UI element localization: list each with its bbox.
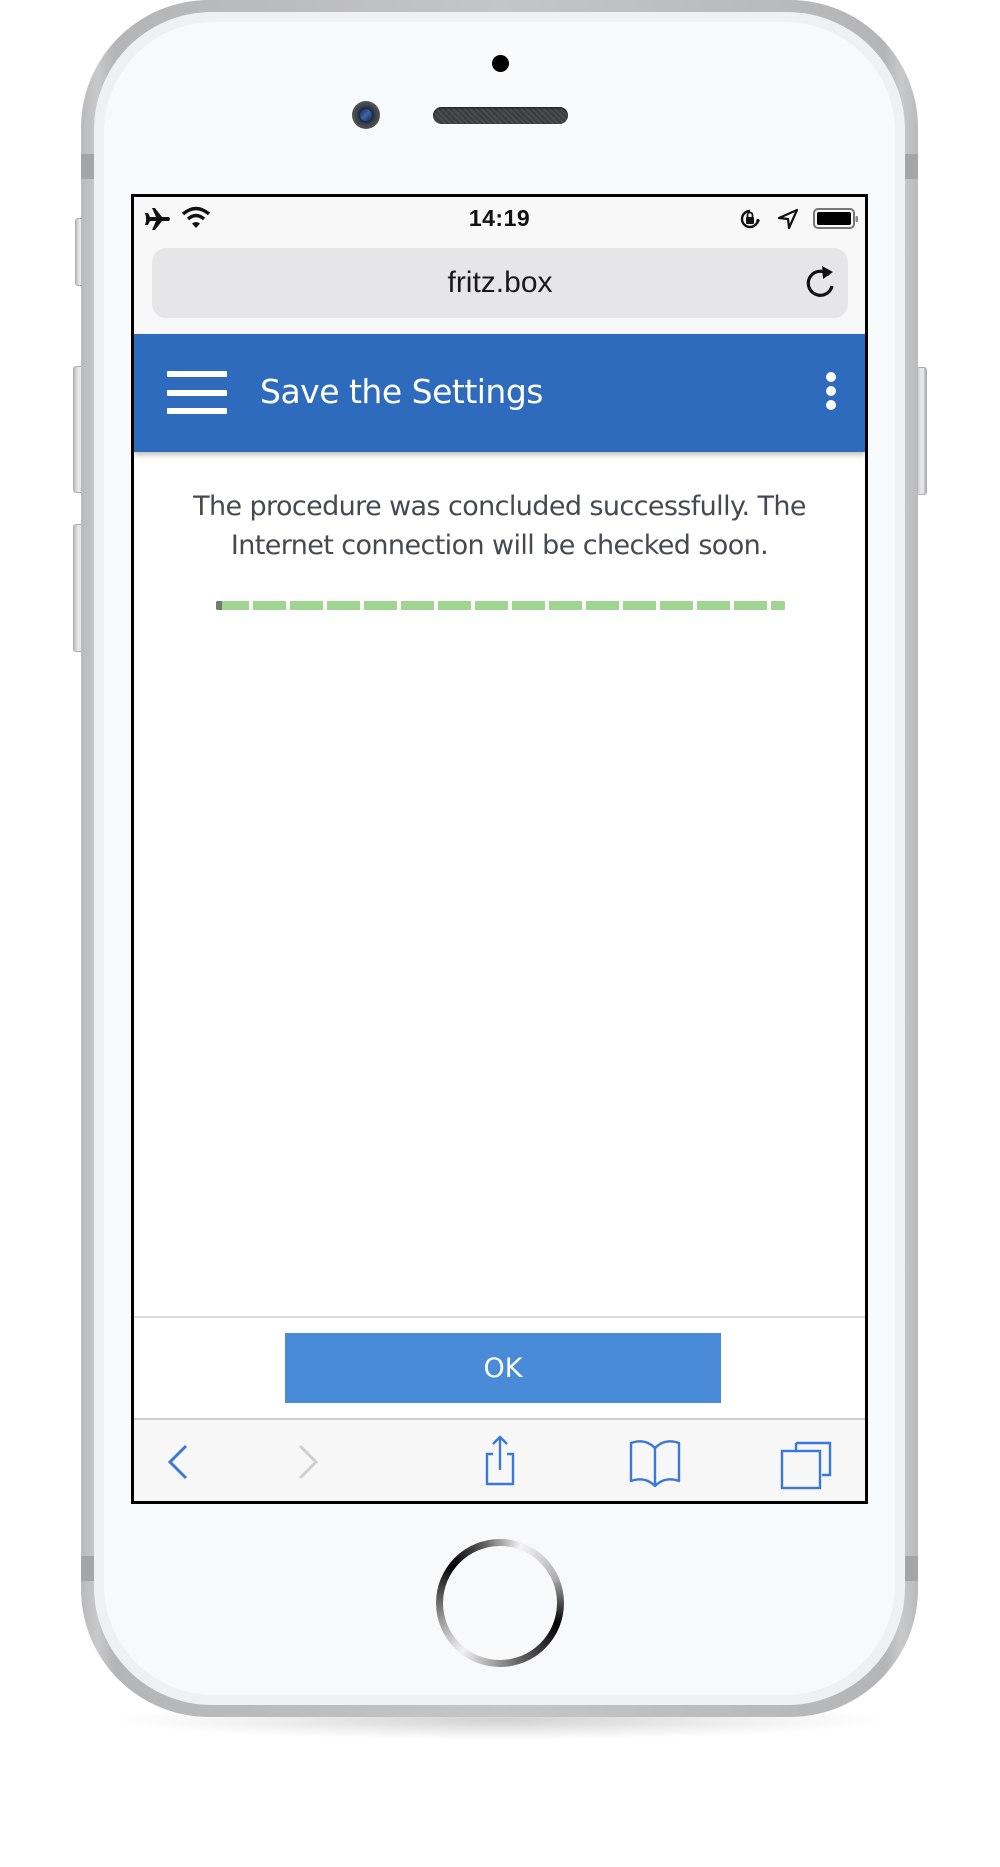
hamburger-menu-icon[interactable] [167,368,229,418]
app-header: Save the Settings [134,334,865,452]
phone-screen: 14:19 fritz.box Save the Settings The pr… [131,194,868,1504]
share-icon[interactable] [470,1432,530,1492]
content-area: The procedure was concluded successfully… [134,452,865,1316]
status-bar: 14:19 [134,197,865,243]
antenna-band-bottom-left [81,1556,94,1581]
battery-icon [813,207,859,231]
url-text[interactable]: fritz.box [152,266,848,300]
progress-bar [216,601,785,610]
reload-icon[interactable] [800,262,840,302]
ok-button[interactable]: OK [285,1333,721,1403]
tabs-icon[interactable] [775,1432,835,1492]
proximity-sensor [492,55,509,72]
location-icon [777,208,799,230]
orientation-lock-icon [738,207,762,231]
antenna-band-bottom-right [905,1556,918,1581]
url-bar[interactable]: fritz.box [152,248,848,318]
back-chevron-icon[interactable] [148,1432,208,1492]
home-button[interactable] [436,1539,564,1667]
antenna-band-top-right [905,154,918,179]
antenna-band-top-left [81,154,94,179]
page-title: Save the Settings [260,372,544,411]
front-camera [352,101,380,129]
footer-divider [134,1316,865,1318]
browser-chrome: fritz.box [134,243,865,334]
bookmarks-book-icon[interactable] [625,1432,685,1492]
browser-toolbar [134,1418,865,1501]
status-message: The procedure was concluded successfully… [193,491,806,561]
progress-bar-fill [216,601,785,610]
earpiece-speaker [433,107,568,124]
forward-chevron-icon [278,1432,338,1492]
more-vertical-icon[interactable] [818,372,844,416]
